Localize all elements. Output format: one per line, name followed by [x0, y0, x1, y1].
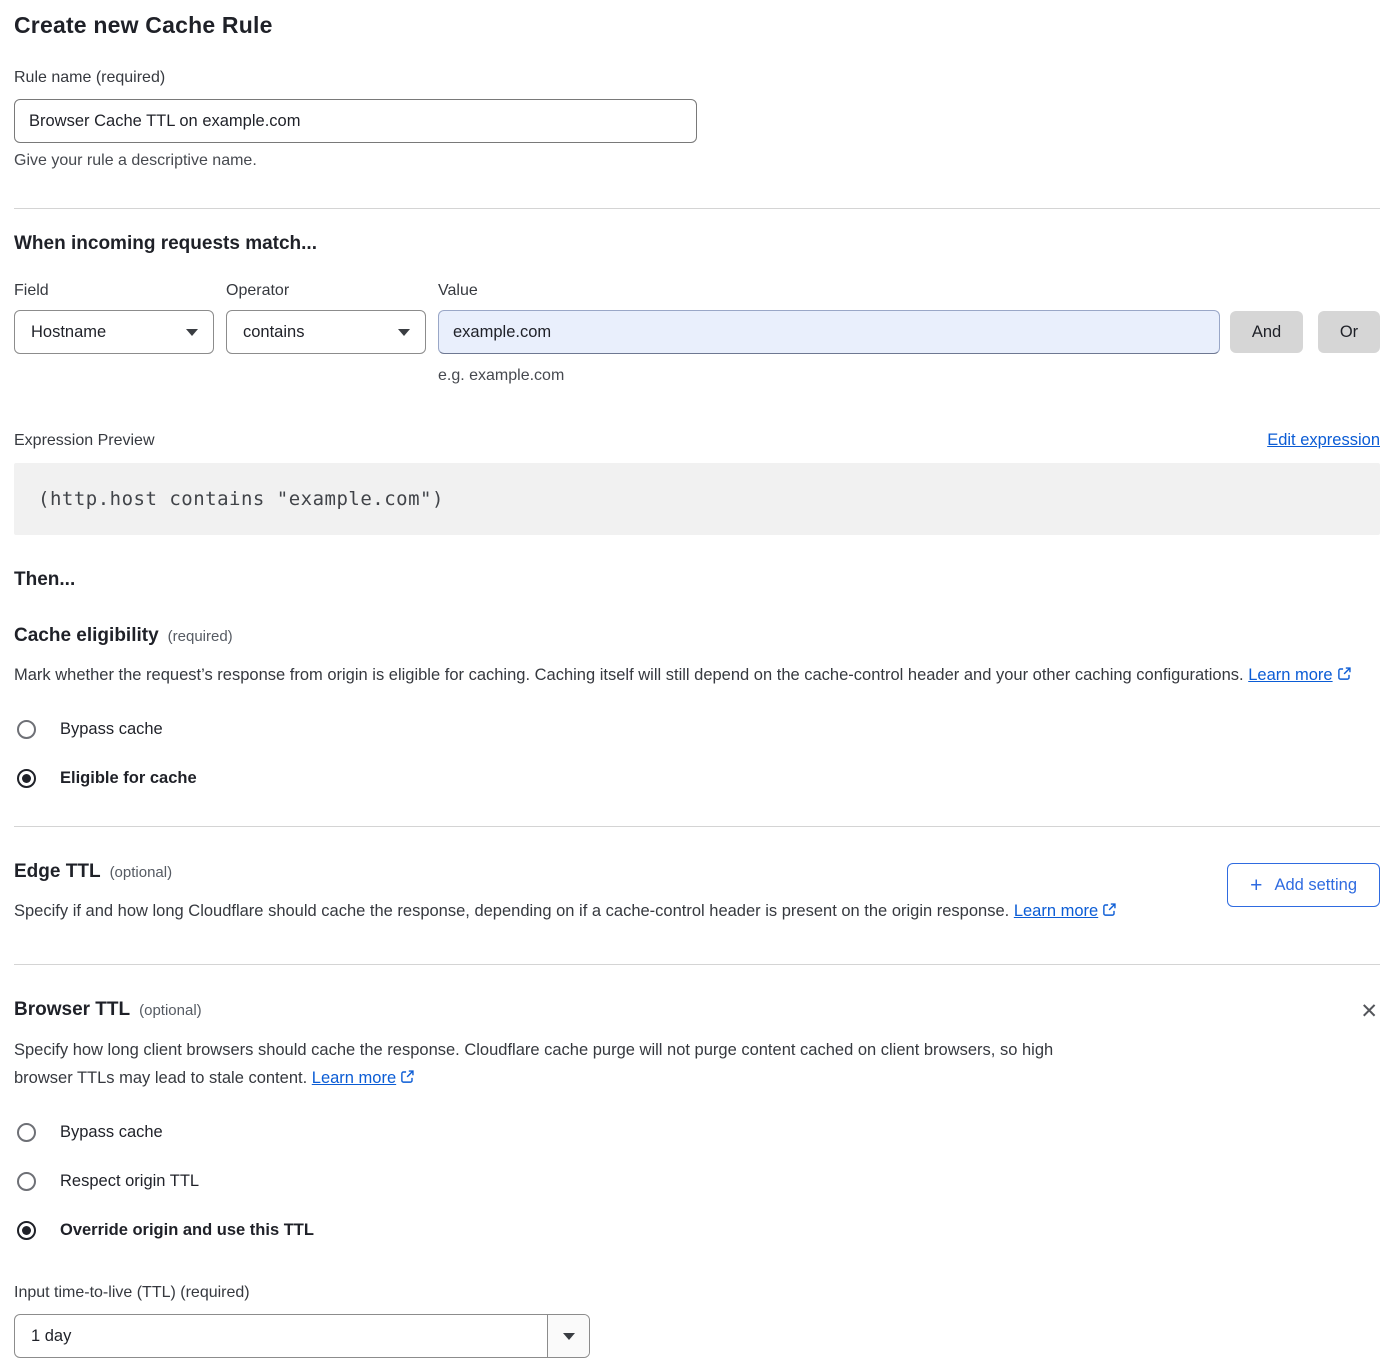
section-divider: [14, 208, 1380, 209]
page-title: Create new Cache Rule: [14, 12, 1380, 39]
field-label: Field: [14, 282, 226, 300]
value-helper: e.g. example.com: [438, 367, 1380, 385]
radio-icon: [17, 720, 36, 739]
radio-selected-icon: [17, 1221, 36, 1240]
chevron-down-icon: [563, 1333, 575, 1340]
radio-bypass-cache[interactable]: Bypass cache: [14, 720, 1380, 739]
edge-ttl-title: Edge TTL: [14, 861, 101, 883]
operator-select-value: contains: [243, 323, 304, 342]
match-section: When incoming requests match... Field Op…: [14, 233, 1380, 385]
or-button[interactable]: Or: [1318, 311, 1380, 353]
external-link-icon: [1337, 662, 1352, 690]
section-divider: [14, 826, 1380, 827]
radio-icon: [17, 1123, 36, 1142]
learn-more-link[interactable]: Learn more: [1014, 902, 1098, 920]
learn-more-link[interactable]: Learn more: [312, 1069, 396, 1087]
close-icon[interactable]: ✕: [1360, 1001, 1378, 1022]
edge-ttl-section: Edge TTL (optional) Specify if and how l…: [14, 861, 1380, 926]
then-heading: Then...: [14, 569, 1380, 591]
expression-code: (http.host contains "example.com"): [14, 463, 1380, 535]
plus-icon: +: [1250, 875, 1262, 896]
radio-browser-bypass-cache[interactable]: Bypass cache: [14, 1123, 1380, 1142]
browser-ttl-section: Browser TTL (optional) ✕ Specify how lon…: [14, 999, 1380, 1358]
field-select-value: Hostname: [31, 323, 106, 342]
cache-eligibility-description: Mark whether the request’s response from…: [14, 661, 1354, 690]
match-heading: When incoming requests match...: [14, 233, 1380, 255]
create-cache-rule-form: Create new Cache Rule Rule name (require…: [14, 0, 1380, 1358]
ttl-input-block: Input time-to-live (TTL) (required) 1 da…: [14, 1284, 1380, 1358]
edit-expression-link[interactable]: Edit expression: [1267, 431, 1380, 450]
browser-ttl-title: Browser TTL: [14, 999, 130, 1021]
operator-select[interactable]: contains: [226, 310, 426, 354]
field-select[interactable]: Hostname: [14, 310, 214, 354]
value-label: Value: [438, 282, 478, 300]
external-link-icon: [400, 1065, 415, 1093]
operator-label: Operator: [226, 282, 438, 300]
ttl-select[interactable]: 1 day: [14, 1314, 590, 1358]
value-input[interactable]: [438, 310, 1220, 354]
rule-name-input[interactable]: [14, 99, 697, 143]
browser-ttl-description: Specify how long client browsers should …: [14, 1036, 1109, 1093]
expression-preview-label: Expression Preview: [14, 432, 155, 450]
ttl-select-value: 1 day: [15, 1315, 547, 1357]
radio-eligible-for-cache[interactable]: Eligible for cache: [14, 769, 1380, 788]
ttl-select-arrow[interactable]: [547, 1315, 589, 1357]
section-divider: [14, 964, 1380, 965]
rule-name-label: Rule name (required): [14, 69, 1380, 87]
learn-more-link[interactable]: Learn more: [1248, 666, 1332, 684]
radio-selected-icon: [17, 769, 36, 788]
required-badge: (required): [168, 628, 233, 645]
external-link-icon: [1102, 898, 1117, 926]
chevron-down-icon: [186, 329, 198, 336]
expression-preview-section: Expression Preview Edit expression (http…: [14, 431, 1380, 535]
radio-override-origin-ttl[interactable]: Override origin and use this TTL: [14, 1221, 1380, 1240]
optional-badge: (optional): [110, 864, 173, 881]
optional-badge: (optional): [139, 1002, 202, 1019]
cache-eligibility-section: Cache eligibility (required) Mark whethe…: [14, 625, 1380, 788]
radio-respect-origin-ttl[interactable]: Respect origin TTL: [14, 1172, 1380, 1191]
and-button[interactable]: And: [1230, 311, 1303, 353]
radio-icon: [17, 1172, 36, 1191]
rule-name-section: Rule name (required) Give your rule a de…: [14, 69, 1380, 170]
add-setting-button[interactable]: + Add setting: [1227, 863, 1380, 907]
chevron-down-icon: [398, 329, 410, 336]
ttl-label: Input time-to-live (TTL) (required): [14, 1284, 1380, 1302]
rule-name-helper: Give your rule a descriptive name.: [14, 152, 1380, 170]
edge-ttl-description: Specify if and how long Cloudflare shoul…: [14, 897, 1117, 926]
cache-eligibility-title: Cache eligibility: [14, 625, 159, 647]
